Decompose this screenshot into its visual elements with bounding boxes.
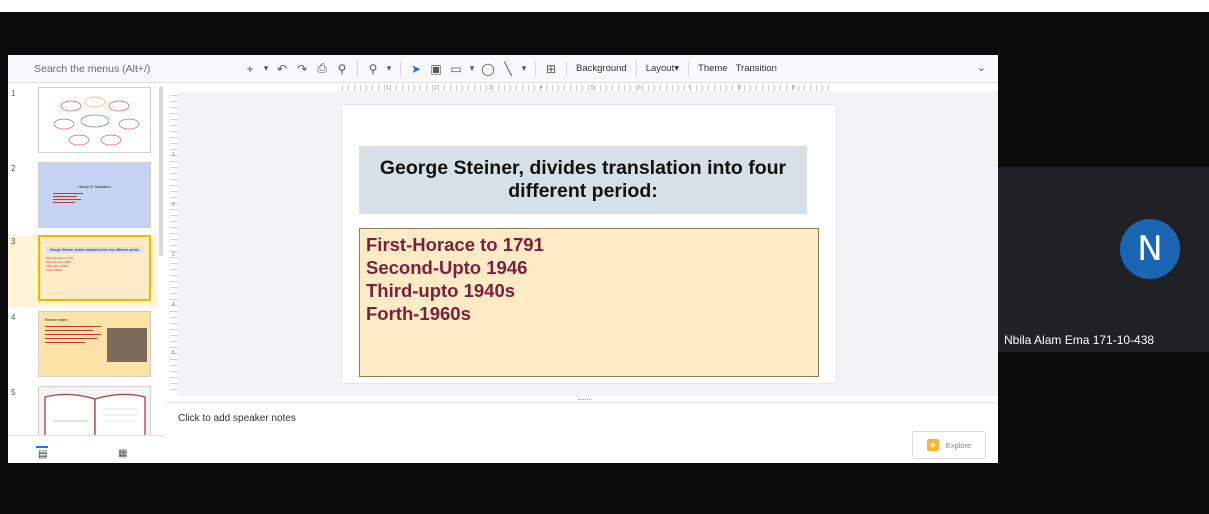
add-dropdown-icon[interactable]: ▾ [262,60,270,78]
thumb-number: 3 [11,237,16,246]
slide-title-box[interactable]: George Steiner, divides translation into… [359,146,807,214]
undo-icon[interactable]: ↶ [274,60,290,78]
slide-thumbnail-4[interactable]: Roman empire: [38,311,151,377]
transition-button[interactable]: Transition [736,63,777,74]
thumb-title: George Steiner, divides translation into… [49,248,140,252]
slide-filmstrip: 1 2 History Of Translation 3 George Stei… [8,83,166,435]
grid-view-icon[interactable]: ▦ [118,448,127,459]
slides-editor-window: Search the menus (Alt+/) + ▾ ↶ ↷ ⎙ ⚲ ⚲ ▾… [8,55,998,463]
thumb-number: 2 [11,164,16,173]
slide-thumbnail-5[interactable] [38,386,151,435]
print-icon[interactable]: ⎙ [314,60,330,78]
thumb-title: Roman empire: [45,318,69,322]
thumb-number: 4 [11,313,16,322]
body-line-3: Third-upto 1940s [366,280,516,301]
slide-title: George Steiner, divides translation into… [379,157,787,202]
active-view-indicator [36,446,48,448]
ruler-number: 5 [172,350,175,356]
thumb-lines-graphic [53,193,150,203]
background-button[interactable]: Background [576,63,627,74]
speaker-notes-area[interactable]: Click to add speaker notes ✦ Explore [166,402,998,463]
zoom-icon[interactable]: ⚲ [365,60,381,78]
chevron-down-icon: ▾ [674,63,680,74]
mind-map-graphic [53,96,140,146]
thumb-body: First-Horace to 1791 Second-Upto 1946 Th… [46,256,149,272]
avatar: N [1120,219,1180,279]
thumb-row-4[interactable]: 4 Roman empire: [8,311,158,383]
speaker-notes-placeholder: Click to add speaker notes [178,413,296,424]
open-book-graphic [44,393,146,435]
slide-thumbnail-2[interactable]: History Of Translation [38,162,151,228]
thumb-title: History Of Translation [78,185,111,189]
thumb-number: 5 [11,388,16,397]
participant-name: Nbila Alam Ema 171-10-438 [1004,333,1155,347]
ruler-number: 4 [172,302,175,308]
thumb-title-box: George Steiner, divides translation into… [46,247,143,253]
layout-button[interactable]: Layout▾ [646,63,679,74]
participant-tile[interactable]: N Nbila Alam Ema 171-10-438 [998,167,1209,352]
thumb-row-3[interactable]: 3 George Steiner, divides translation in… [8,235,158,307]
image-icon[interactable]: ▭ [448,60,464,78]
filmstrip-footer: ▤ ▦ [8,435,166,463]
thumb-row-1[interactable]: 1 [8,87,158,159]
meeting-stage: Search the menus (Alt+/) + ▾ ↶ ↷ ⎙ ⚲ ⚲ ▾… [0,0,1209,514]
toolbar: Search the menus (Alt+/) + ▾ ↶ ↷ ⎙ ⚲ ⚲ ▾… [8,55,998,83]
thumb-row-2[interactable]: 2 History Of Translation [8,162,158,234]
thumb-number: 1 [11,89,16,98]
menu-search-input[interactable]: Search the menus (Alt+/) [34,63,204,75]
ruler-number: 3 [172,252,175,258]
notes-resize-handle[interactable] [578,399,592,401]
collapse-toolbar-icon[interactable]: ⌄ [977,61,986,74]
add-icon[interactable]: + [242,60,258,78]
textbox-icon[interactable]: ▣ [428,60,444,78]
explore-button[interactable]: ✦ Explore [912,431,986,459]
top-bar [0,0,1209,12]
image-dropdown-icon[interactable]: ▾ [468,60,476,78]
body-line-1: First-Horace to 1791 [366,234,544,255]
shape-icon[interactable]: ◯ [480,60,496,78]
ruler-number: 2 [172,202,175,208]
filmstrip-scrollbar[interactable] [159,86,163,256]
line-dropdown-icon[interactable]: ▾ [520,60,528,78]
explore-icon: ✦ [926,439,939,451]
line-icon[interactable]: ╲ [500,60,516,78]
slide-thumbnail-1[interactable] [38,87,151,153]
theme-button[interactable]: Theme [698,63,728,74]
ruler-number: 1 [172,152,175,158]
explore-label: Explore [945,440,972,450]
filmstrip-view-icon[interactable]: ▤ [38,449,47,460]
select-icon[interactable]: ➤ [408,60,424,78]
current-slide[interactable]: George Steiner, divides translation into… [342,105,836,383]
zoom-dropdown-icon[interactable]: ▾ [385,60,393,78]
redo-icon[interactable]: ↷ [294,60,310,78]
layout-label: Layout [645,63,675,74]
body-line-2: Second-Upto 1946 [366,257,528,278]
slide-canvas: George Steiner, divides translation into… [178,91,998,396]
comment-icon[interactable]: ⊞ [543,60,559,78]
slide-body-box[interactable]: First-Horace to 1791 Second-Upto 1946 Th… [359,228,819,377]
thumb-lines-graphic [45,326,101,343]
thumb-row-5[interactable]: 5 [8,386,158,435]
thumb-line: Forth-1960s [46,268,63,272]
body-line-4: Forth-1960s [366,303,471,324]
thumb-painting-image [107,328,147,362]
slide-thumbnail-3[interactable]: George Steiner, divides translation into… [38,235,151,301]
paint-format-icon[interactable]: ⚲ [334,60,350,78]
